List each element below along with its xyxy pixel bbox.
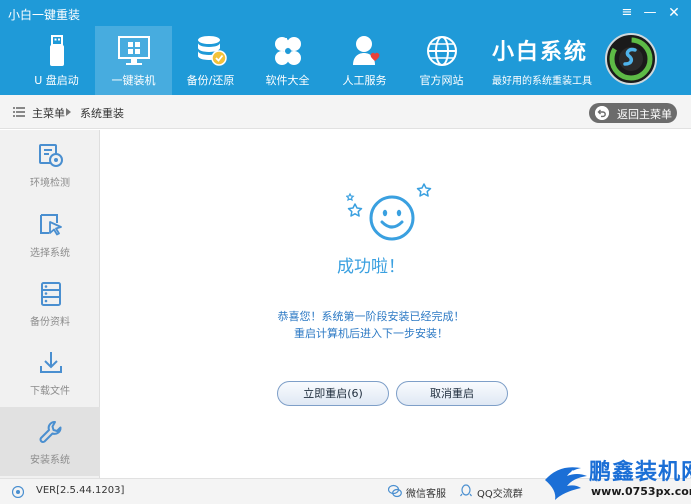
watermark-url: www.0753px.com bbox=[591, 485, 691, 498]
nav-label: U 盘启动 bbox=[34, 74, 79, 87]
main-nav: U 盘启动 一键装机 备份/还原 软件大全 人工服务 官方网站 bbox=[18, 26, 480, 95]
sidebar-item-download-files[interactable]: 下载文件 bbox=[0, 338, 100, 407]
chevron-right-icon bbox=[66, 108, 71, 116]
nav-item-backup-restore[interactable]: 备份/还原 bbox=[172, 26, 249, 95]
wechat-icon bbox=[388, 484, 402, 498]
nav-item-one-click-install[interactable]: 一键装机 bbox=[95, 26, 172, 95]
sidebar: 环境检测 选择系统 备份资料 下载文件 安装系统 bbox=[0, 130, 100, 478]
wechat-support-link[interactable]: 微信客服 bbox=[406, 485, 446, 500]
nav-item-human-service[interactable]: 人工服务 bbox=[326, 26, 403, 95]
cancel-restart-button[interactable]: 取消重启 bbox=[396, 381, 508, 406]
back-to-main-menu-button[interactable]: 返回主菜单 bbox=[589, 103, 677, 123]
sidebar-item-select-system[interactable]: 选择系统 bbox=[0, 200, 100, 269]
qq-group-link[interactable]: QQ交流群 bbox=[477, 485, 523, 500]
database-backup-icon bbox=[197, 36, 227, 66]
top-bar: 小白一键重装 ≡ — ✕ U 盘启动 一键装机 备份/还原 软件大全 人工服务 … bbox=[0, 0, 691, 95]
nav-item-official-site[interactable]: 官方网站 bbox=[403, 26, 480, 95]
apps-grid-icon bbox=[274, 37, 301, 65]
breadcrumb-current: 系统重装 bbox=[80, 107, 124, 120]
select-cursor-icon bbox=[40, 214, 62, 236]
environment-check-icon bbox=[39, 144, 63, 167]
sidebar-item-environment-check[interactable]: 环境检测 bbox=[0, 130, 100, 199]
restart-now-button[interactable]: 立即重启(6) bbox=[277, 381, 389, 406]
nav-label: 官方网站 bbox=[419, 74, 464, 87]
nav-label: 软件大全 bbox=[265, 74, 310, 87]
globe-icon bbox=[426, 36, 457, 66]
sidebar-item-label: 环境检测 bbox=[30, 178, 70, 189]
support-person-icon bbox=[352, 36, 379, 65]
sidebar-item-backup-data[interactable]: 备份资料 bbox=[0, 269, 100, 338]
list-icon bbox=[13, 107, 25, 117]
success-message-line2: 重启计算机后进入下一步安装！ bbox=[294, 327, 448, 340]
brand: 小白系统 最好用的系统重装工具 bbox=[492, 34, 602, 87]
brand-name: 小白系统 bbox=[492, 40, 589, 65]
breadcrumb: 主菜单 系统重装 bbox=[0, 95, 691, 129]
eagle-logo-icon bbox=[545, 467, 587, 500]
brand-slogan: 最好用的系统重装工具 bbox=[492, 76, 592, 87]
qq-icon bbox=[460, 484, 472, 497]
close-icon[interactable]: ✕ bbox=[664, 3, 684, 23]
backup-cabinet-icon bbox=[41, 282, 61, 306]
main-content: 成功啦！ 恭喜您！系统第一阶段安装已经完成！ 重启计算机后进入下一步安装！ 立即… bbox=[101, 130, 691, 478]
nav-label: 备份/还原 bbox=[186, 74, 235, 87]
nav-label: 一键装机 bbox=[111, 74, 156, 87]
smiley-face-icon bbox=[346, 183, 432, 241]
monitor-windows-icon bbox=[117, 36, 150, 65]
app-title: 小白一键重装 bbox=[8, 8, 81, 22]
watermark-text: 鹏鑫装机网 bbox=[589, 460, 691, 485]
wrench-icon bbox=[39, 421, 62, 443]
watermark: 鹏鑫装机网 www.0753px.com bbox=[543, 458, 691, 504]
download-icon bbox=[40, 352, 62, 373]
version-text: VER[2.5.44.1203] bbox=[36, 485, 125, 496]
title-bar: 小白一键重装 ≡ — ✕ bbox=[0, 0, 691, 26]
xiaobai-logo-icon bbox=[605, 33, 657, 85]
sidebar-item-install-system[interactable]: 安装系统 bbox=[0, 407, 100, 476]
minimize-icon[interactable]: — bbox=[640, 3, 660, 23]
nav-item-usb-boot[interactable]: U 盘启动 bbox=[18, 26, 95, 95]
sidebar-item-label: 下载文件 bbox=[30, 386, 70, 397]
breadcrumb-home[interactable]: 主菜单 bbox=[32, 105, 65, 121]
nav-item-software[interactable]: 软件大全 bbox=[249, 26, 326, 95]
menu-icon[interactable]: ≡ bbox=[617, 3, 637, 23]
sidebar-item-label: 安装系统 bbox=[30, 455, 70, 466]
back-arrow-icon bbox=[595, 106, 609, 120]
success-message-line1: 恭喜您！系统第一阶段安装已经完成！ bbox=[277, 310, 465, 323]
usb-drive-icon bbox=[49, 35, 64, 66]
nav-label: 人工服务 bbox=[342, 74, 387, 87]
success-title: 成功啦！ bbox=[337, 257, 405, 277]
version-icon bbox=[12, 486, 24, 498]
sidebar-item-label: 备份资料 bbox=[30, 317, 70, 328]
back-button-label: 返回主菜单 bbox=[617, 108, 672, 121]
sidebar-item-label: 选择系统 bbox=[30, 248, 70, 259]
